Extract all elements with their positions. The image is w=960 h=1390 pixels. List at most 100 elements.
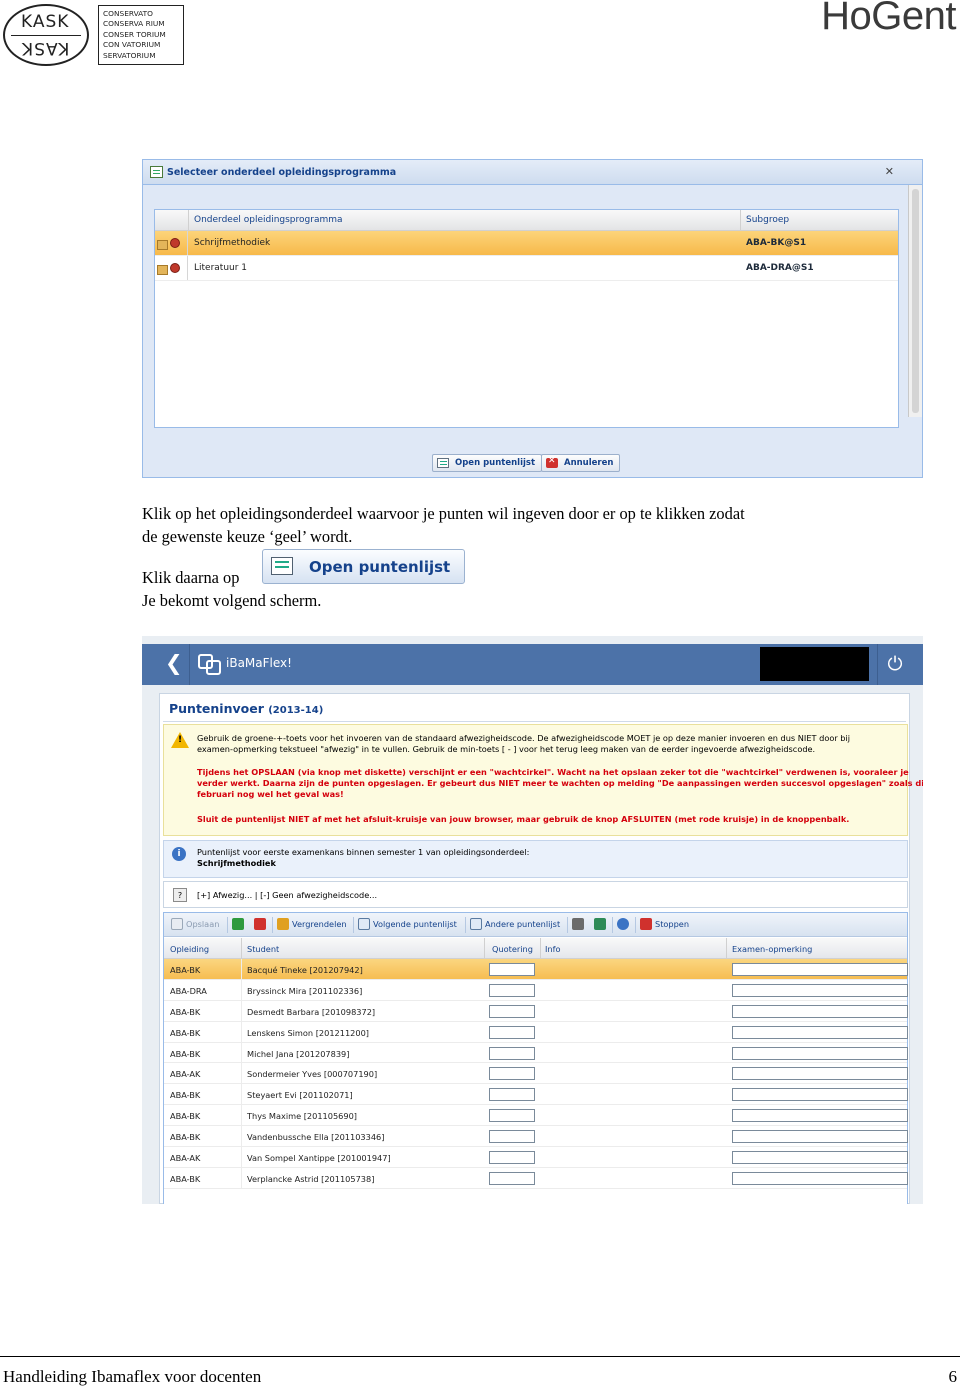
dialog-titlebar: Selecteer onderdeel opleidingsprogramma … (143, 160, 922, 185)
table-row[interactable]: ABA-AK Van Sompel Xantippe [201001947] (164, 1147, 908, 1168)
annuleren-button[interactable]: Annuleren (541, 454, 621, 472)
grid-row[interactable]: Literatuur 1 ABA-DRA@S1 (155, 256, 898, 281)
onderdeel-cell[interactable]: Schrijfmethodiek (194, 238, 270, 248)
subgroep-cell[interactable]: ABA-DRA@S1 (746, 263, 814, 273)
quotering-input[interactable] (489, 1130, 535, 1144)
examen-opmerking-input[interactable] (732, 1025, 908, 1039)
table-row[interactable]: ABA-BK Vandenbussche Ella [201103346] (164, 1126, 908, 1148)
examen-opmerking-input[interactable] (732, 1130, 908, 1144)
close-icon[interactable]: ✕ (885, 165, 894, 178)
annuleren-label: Annuleren (564, 458, 614, 468)
grades-table: Opslaan Vergrendelen Volgende puntenlijs… (163, 912, 908, 1204)
examen-opmerking-input[interactable] (732, 1004, 908, 1018)
print-icon[interactable] (572, 918, 584, 930)
quotering-input[interactable] (489, 1004, 535, 1018)
dialog-title: Selecteer onderdeel opleidingsprogramma (167, 167, 397, 178)
column-header-subgroep[interactable]: Subgroep (746, 215, 789, 225)
vergrendelen-button[interactable]: Vergrendelen (292, 919, 347, 929)
opleiding-cell: ABA-BK (170, 1048, 201, 1059)
quotering-input[interactable] (489, 1046, 535, 1060)
table-row[interactable]: ABA-BK Michel Jana [201207839] (164, 1042, 908, 1064)
quotering-input[interactable] (489, 1109, 535, 1123)
column-header-onderdeel[interactable]: Onderdeel opleidingsprogramma (194, 215, 343, 225)
conservatorium-logo-line: CON VATORIUM (103, 40, 161, 50)
toolbar-separator (227, 917, 228, 933)
quotering-input[interactable] (489, 1151, 535, 1165)
open-puntenlijst-button[interactable]: Open puntenlijst (432, 454, 543, 472)
info-icon[interactable] (617, 918, 629, 930)
table-row[interactable]: ABA-BK Steyaert Evi [201102071] (164, 1084, 908, 1106)
kask-logo: KASK KASK (3, 4, 89, 66)
table-row-selected[interactable]: ABA-BK Bacqué Tineke [201207942] (164, 959, 908, 980)
opleiding-cell: ABA-AK (170, 1153, 201, 1164)
minus-icon[interactable] (254, 918, 266, 930)
cell-divider (241, 959, 242, 979)
table-row[interactable]: ABA-BK Desmedt Barbara [201098372] (164, 1000, 908, 1022)
warning-icon: ! (171, 732, 189, 748)
column-header-examen-opmerking[interactable]: Examen-opmerking (732, 944, 812, 954)
table-row[interactable]: ABA-BK Lenskens Simon [201211200] (164, 1021, 908, 1043)
export-icon[interactable] (594, 918, 606, 930)
examen-opmerking-input[interactable] (732, 1171, 908, 1185)
conservatorium-logo: CONSERVATO CONSERVA RIUM CONSER TORIUM C… (98, 5, 184, 65)
table-row[interactable]: ABA-BK Verplancke Astrid [201105738] (164, 1167, 908, 1189)
table-body: ABA-BK Bacqué Tineke [201207942] ABA-DRA… (164, 959, 908, 1189)
kask-logo-text: KASK (21, 12, 70, 32)
back-icon[interactable]: ❮ (165, 651, 183, 675)
quotering-input[interactable] (489, 1025, 535, 1039)
conservatorium-logo-line: CONSER TORIUM (103, 29, 166, 39)
info-box: i Puntenlijst voor eerste examenkans bin… (163, 840, 908, 878)
column-separator (188, 210, 189, 230)
student-cell: Bryssinck Mira [201102336] (247, 985, 363, 996)
conservatorium-logo-line: CONSERVATO (103, 9, 153, 18)
examen-opmerking-input[interactable] (732, 1088, 908, 1102)
subgroep-cell[interactable]: ABA-BK@S1 (746, 238, 806, 248)
table-row[interactable]: ABA-DRA Bryssinck Mira [201102336] (164, 979, 908, 1001)
quotering-input[interactable] (489, 963, 535, 976)
dialog-scrollbar[interactable] (908, 185, 922, 417)
column-header-student[interactable]: Student (247, 944, 279, 954)
stoppen-button[interactable]: Stoppen (655, 919, 689, 929)
andere-puntenlijst-button[interactable]: Andere puntenlijst (485, 919, 560, 929)
info-text: Puntenlijst voor eerste examenkans binne… (197, 847, 530, 857)
column-header-info[interactable]: Info (545, 944, 561, 954)
warning-text: Gebruik de groene-+-toets voor het invoe… (197, 733, 851, 743)
table-header: Opleiding Student Quotering Info Examen-… (164, 938, 907, 959)
opleiding-cell: ABA-BK (170, 1006, 201, 1017)
stop-icon (640, 918, 652, 930)
examen-opmerking-input[interactable] (732, 983, 908, 997)
column-separator (726, 938, 727, 958)
lock-status-icon (157, 262, 183, 275)
volgende-puntenlijst-button[interactable]: Volgende puntenlijst (373, 919, 457, 929)
examen-opmerking-input[interactable] (732, 963, 908, 976)
examen-opmerking-input[interactable] (732, 1046, 908, 1060)
column-separator (540, 938, 541, 958)
quotering-input[interactable] (489, 983, 535, 997)
scrollbar-thumb[interactable] (912, 189, 919, 413)
cell-divider (241, 979, 242, 1000)
save-icon (171, 918, 183, 930)
quotering-input[interactable] (489, 1171, 535, 1185)
column-header-quotering[interactable]: Quotering (492, 944, 533, 954)
column-header-opleiding[interactable]: Opleiding (170, 944, 209, 954)
list-icon (150, 166, 163, 178)
quotering-input[interactable] (489, 1088, 535, 1102)
onderdeel-cell[interactable]: Literatuur 1 (194, 263, 247, 273)
footer-divider (0, 1356, 960, 1357)
cell-divider (241, 1126, 242, 1147)
grid-row-selected[interactable]: Schrijfmethodiek ABA-BK@S1 (155, 231, 898, 256)
power-icon[interactable]: ⏻ (883, 652, 907, 676)
save-button[interactable]: Opslaan (186, 919, 219, 929)
next-list-icon (358, 918, 370, 930)
student-cell: Verplancke Astrid [201105738] (247, 1173, 375, 1184)
column-separator (740, 210, 741, 230)
table-row[interactable]: ABA-BK Thys Maxime [201105690] (164, 1105, 908, 1127)
quotering-input[interactable] (489, 1067, 535, 1081)
table-row[interactable]: ABA-AK Sondermeier Yves [000707190] (164, 1063, 908, 1085)
examen-opmerking-input[interactable] (732, 1109, 908, 1123)
column-separator (484, 938, 485, 958)
plus-icon[interactable] (232, 918, 244, 930)
page-number: 6 (948, 1367, 958, 1386)
examen-opmerking-input[interactable] (732, 1067, 908, 1081)
examen-opmerking-input[interactable] (732, 1151, 908, 1165)
